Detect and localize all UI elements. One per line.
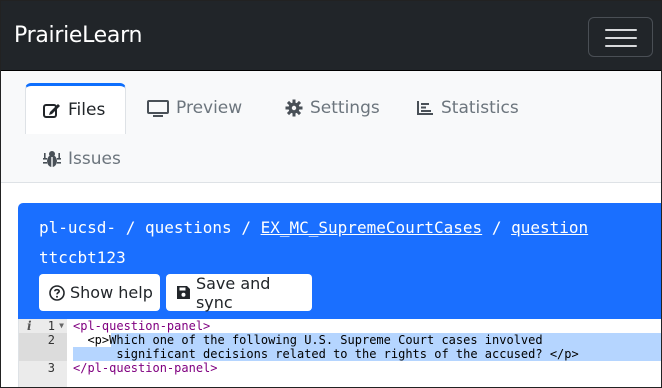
breadcrumb-question-folder-link[interactable]: EX_MC_SupremeCourtCases xyxy=(261,218,483,237)
tab-preview-label: Preview xyxy=(176,98,243,118)
app-window: PrairieLearn Files Preview Settings Stat… xyxy=(0,0,662,388)
code-line: significant decisions related to the rig… xyxy=(73,347,579,361)
brand-logo[interactable]: PrairieLearn xyxy=(14,23,142,48)
hamburger-icon xyxy=(605,29,637,31)
tab-settings[interactable]: Settings xyxy=(285,98,380,118)
edit-icon xyxy=(43,104,60,118)
bug-icon xyxy=(43,151,61,167)
tab-issues[interactable]: Issues xyxy=(43,149,121,169)
breadcrumb: pl-ucsd- / questions / EX_MC_SupremeCour… xyxy=(39,218,588,237)
save-and-sync-button[interactable]: Save and sync xyxy=(166,273,312,312)
breadcrumb-course: pl-ucsd- xyxy=(39,218,117,237)
help-circle-icon xyxy=(49,284,65,301)
file-editor-header: pl-ucsd- / questions / EX_MC_SupremeCour… xyxy=(18,203,661,319)
breadcrumb-separator: / xyxy=(491,218,502,237)
tab-statistics-label: Statistics xyxy=(441,98,519,118)
question-tabs: Files Preview Settings Statistics Issues xyxy=(1,71,661,183)
editor-content[interactable]: <pl-question-panel> <p>Which one of the … xyxy=(67,319,661,387)
code-line: </pl-question-panel> xyxy=(73,361,218,375)
info-icon: i xyxy=(27,319,32,333)
code-editor[interactable]: i 1 ▼ 2 3 <pl-question-panel> <p>Which o… xyxy=(18,319,661,387)
breadcrumb-question-link[interactable]: question xyxy=(511,218,588,237)
tab-files[interactable]: Files xyxy=(25,83,126,134)
monitor-icon xyxy=(147,99,169,117)
show-help-label: Show help xyxy=(70,283,153,302)
navbar: PrairieLearn xyxy=(1,1,661,71)
breadcrumb-separator: / xyxy=(241,218,251,237)
breadcrumb-separator: / xyxy=(125,218,136,237)
gutter-line: 3 xyxy=(47,361,55,375)
breadcrumb-course-suffix: ttccbt123 xyxy=(39,248,126,267)
code-line: <pl-question-panel> xyxy=(73,319,211,333)
tab-statistics[interactable]: Statistics xyxy=(416,98,519,118)
gutter-line: i 1 ▼ xyxy=(27,319,64,333)
tab-preview[interactable]: Preview xyxy=(147,98,242,118)
breadcrumb-questions: questions xyxy=(144,218,232,237)
chart-icon xyxy=(417,101,433,115)
fold-arrow-icon[interactable]: ▼ xyxy=(59,319,64,333)
gear-icon xyxy=(285,99,303,117)
tab-issues-label: Issues xyxy=(68,149,121,169)
tab-files-label: Files xyxy=(68,100,106,120)
save-icon xyxy=(176,286,190,299)
menu-toggle-button[interactable] xyxy=(588,17,653,57)
code-line: <p>Which one of the following U.S. Supre… xyxy=(73,333,543,347)
show-help-button[interactable]: Show help xyxy=(39,274,160,311)
tab-settings-label: Settings xyxy=(310,98,380,118)
editor-gutter: i 1 ▼ 2 3 xyxy=(19,319,67,387)
save-and-sync-label: Save and sync xyxy=(195,273,271,312)
gutter-line: 2 xyxy=(19,333,67,361)
